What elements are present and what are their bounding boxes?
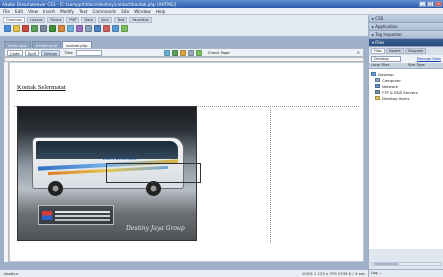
- script-icon[interactable]: [103, 25, 110, 32]
- div-icon[interactable]: [40, 25, 47, 32]
- file-management-icon[interactable]: [163, 49, 170, 56]
- title-input[interactable]: [75, 49, 102, 56]
- table-column-guide: [270, 106, 271, 243]
- panel-application-header[interactable]: ▸ Application: [369, 23, 443, 31]
- menu-edit[interactable]: Edit: [15, 9, 23, 14]
- menu-help[interactable]: Help: [156, 9, 166, 14]
- close-document-icon[interactable]: ×: [357, 50, 360, 55]
- view-options-icon[interactable]: [187, 49, 194, 56]
- watermark-text: Destiny Jaya Group: [126, 225, 185, 232]
- window-title-bar: Adobe Dreamweaver CS3 - [C:\xampp\htdocs…: [0, 0, 443, 8]
- size-type-column[interactable]: Size Type: [406, 63, 443, 68]
- network-icon: [375, 84, 380, 88]
- images-icon[interactable]: [49, 25, 56, 32]
- comment-icon[interactable]: [85, 25, 92, 32]
- menu-modify[interactable]: Modify: [60, 9, 74, 14]
- right-panel-group: ▸ CSS ▸ Application ▸ Tag Inspector ▾ Fi…: [368, 15, 443, 277]
- insert-tab-forms[interactable]: Forms: [47, 17, 65, 23]
- document-toolbar: Code Split Design Title: Check Page ×: [4, 48, 364, 57]
- flash-banner[interactable]: [38, 205, 114, 225]
- insert-tab-favorites[interactable]: Favorites: [129, 17, 152, 23]
- visual-aids-icon[interactable]: [195, 49, 202, 56]
- title-label: Title:: [64, 50, 74, 55]
- files-scrollbar[interactable]: [371, 262, 442, 266]
- templates-icon[interactable]: [112, 25, 119, 32]
- status-bar: <body> 100% 1 125 x 379 2539 K / 4 sec: [0, 269, 368, 277]
- menu-insert[interactable]: Insert: [43, 9, 55, 14]
- files-tab[interactable]: Files: [371, 48, 385, 54]
- close-button[interactable]: ×: [435, 1, 442, 7]
- files-tree: Desktop Computer Network FTP & RDS Serve…: [369, 69, 443, 249]
- desktop-icon: [371, 72, 376, 76]
- site-select[interactable]: Desktop: [371, 56, 401, 62]
- hyperlink-icon[interactable]: [4, 25, 11, 32]
- head-icon[interactable]: [94, 25, 101, 32]
- menu-file[interactable]: File: [3, 9, 10, 14]
- minimize-button[interactable]: _: [419, 1, 426, 7]
- banner-text-lines: [55, 211, 110, 213]
- bus-logo-text: Bus Pariwisata: [103, 157, 137, 162]
- computer-icon: [375, 78, 380, 82]
- menu-commands[interactable]: Commands: [92, 9, 116, 14]
- document-area: index.php header.php kontak.php Code Spl…: [0, 37, 368, 269]
- code-view-button[interactable]: Code: [7, 49, 23, 56]
- assets-tab[interactable]: Assets: [385, 48, 404, 54]
- bus-front-wheel: [48, 181, 63, 196]
- manage-sites-link[interactable]: Manage Sites: [417, 57, 441, 61]
- insert-tab-layout[interactable]: Layout: [27, 17, 46, 23]
- insert-tab-text[interactable]: Text: [114, 17, 128, 23]
- server-icon: [375, 90, 380, 94]
- panel-css-header[interactable]: ▸ CSS: [369, 15, 443, 23]
- check-page-button[interactable]: Check Page: [208, 50, 230, 55]
- menu-window[interactable]: Window: [134, 9, 151, 14]
- refresh-icon[interactable]: [179, 49, 186, 56]
- selection-box: [106, 163, 201, 183]
- insert-tab-php[interactable]: PHP: [66, 17, 80, 23]
- flag-icon: [42, 211, 52, 220]
- menu-site[interactable]: Site: [121, 9, 129, 14]
- panel-files-header[interactable]: ▾ Files: [369, 39, 443, 47]
- files-status: Log...: [369, 269, 443, 277]
- email-link-icon[interactable]: [13, 25, 20, 32]
- page-heading[interactable]: Kontak Selermatat: [17, 84, 66, 91]
- named-anchor-icon[interactable]: [22, 25, 29, 32]
- server-include-icon[interactable]: [76, 25, 83, 32]
- design-canvas[interactable]: Kontak Selermatat Bus Pariwisata Destiny…: [9, 62, 364, 262]
- menu-view[interactable]: View: [28, 9, 38, 14]
- table-icon[interactable]: [31, 25, 38, 32]
- insert-tab-data[interactable]: Data: [81, 17, 96, 23]
- bus-rear-wheel: [146, 181, 161, 196]
- tag-chooser-icon[interactable]: [121, 25, 128, 32]
- menu-text[interactable]: Text: [79, 9, 87, 14]
- menu-bar: File Edit View Insert Modify Text Comman…: [0, 8, 443, 15]
- local-files-column[interactable]: Local Files: [369, 63, 406, 68]
- panel-tag-inspector-header[interactable]: ▸ Tag Inspector: [369, 31, 443, 39]
- design-view-button[interactable]: Design: [41, 49, 61, 56]
- media-icon[interactable]: [58, 25, 65, 32]
- date-icon[interactable]: [67, 25, 74, 32]
- tag-selector[interactable]: <body>: [3, 271, 19, 276]
- snippets-tab[interactable]: Snippets: [404, 48, 427, 54]
- insert-bar: Common Layout Forms PHP Data Spry Text F…: [0, 15, 368, 37]
- folder-icon: [375, 96, 380, 100]
- window-title: Adobe Dreamweaver CS3 - [C:\xampp\htdocs…: [2, 1, 177, 7]
- insert-tab-spry[interactable]: Spry: [97, 17, 113, 23]
- scrollbar-thumb[interactable]: [374, 263, 399, 265]
- status-info: 100% 1 125 x 379 2539 K / 4 sec: [301, 271, 365, 276]
- insert-tab-common[interactable]: Common: [3, 17, 26, 23]
- maximize-button[interactable]: □: [427, 1, 434, 7]
- split-view-button[interactable]: Split: [24, 49, 40, 56]
- preview-icon[interactable]: [171, 49, 178, 56]
- tree-item-desktop-items[interactable]: Desktop Items: [369, 95, 443, 101]
